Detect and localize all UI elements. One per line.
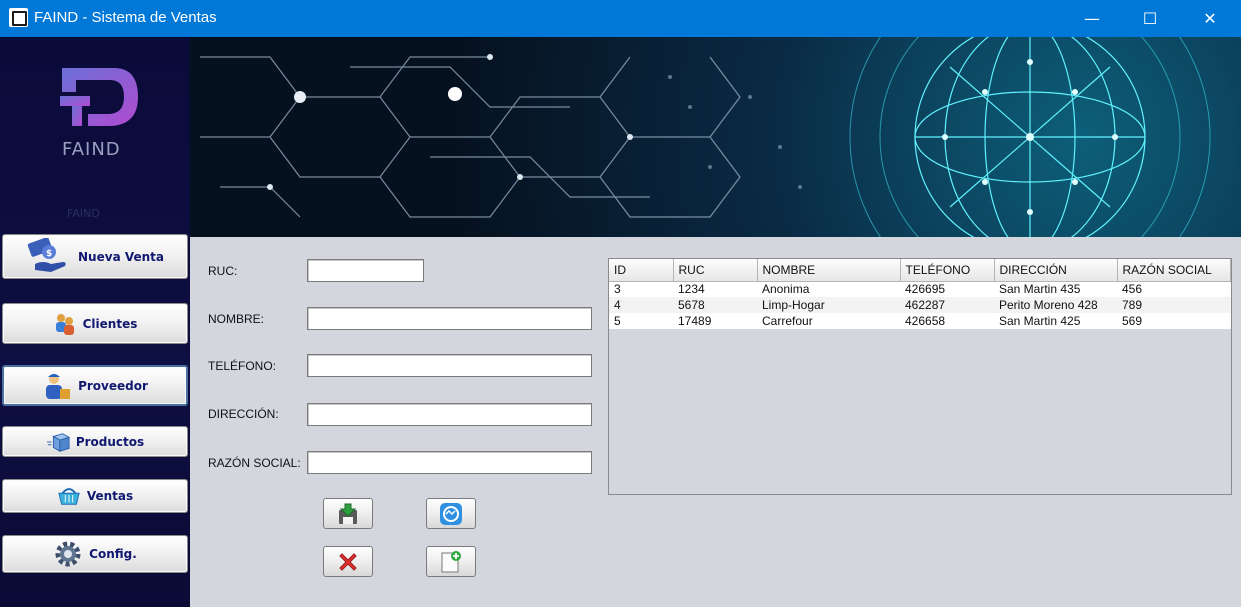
nav-label-proveedor: Proveedor bbox=[78, 378, 148, 393]
column-header-ruc[interactable]: RUC bbox=[673, 259, 758, 282]
sidebar: FAIND FAIND $ Nueva Venta Clientes Prove… bbox=[0, 37, 190, 607]
table-cell: Perito Moreno 428 bbox=[994, 297, 1117, 313]
money-hand-icon: $ bbox=[26, 237, 72, 277]
box-icon bbox=[46, 430, 70, 454]
save-download-icon bbox=[339, 503, 357, 524]
table-header-row: ID RUC NOMBRE TELÉFONO DIRECCIÓN RAZÓN S… bbox=[609, 259, 1231, 282]
nav-proveedor-button[interactable]: Proveedor bbox=[2, 365, 188, 406]
basket-icon bbox=[57, 484, 81, 508]
minimize-button[interactable]: — bbox=[1063, 0, 1121, 37]
column-header-razon-social[interactable]: RAZÓN SOCIAL bbox=[1117, 259, 1231, 282]
proveedores-table[interactable]: ID RUC NOMBRE TELÉFONO DIRECCIÓN RAZÓN S… bbox=[608, 258, 1232, 495]
nav-label-nueva-venta: Nueva Venta bbox=[78, 249, 164, 264]
table-cell: 17489 bbox=[673, 313, 757, 329]
table-cell: 4 bbox=[609, 297, 673, 313]
telefono-label: TELÉFONO: bbox=[208, 359, 277, 373]
update-button[interactable] bbox=[426, 498, 476, 529]
nav-label-clientes: Clientes bbox=[82, 316, 138, 331]
nav-nueva-venta-button[interactable]: $ Nueva Venta bbox=[2, 234, 188, 279]
table-cell: 426695 bbox=[900, 281, 994, 297]
table-cell: 5678 bbox=[673, 297, 757, 313]
header-banner-image bbox=[190, 37, 1241, 237]
logo-subtext: FAIND bbox=[67, 207, 100, 220]
direccion-label: DIRECCIÓN: bbox=[208, 407, 279, 421]
table-cell: San Martin 425 bbox=[994, 313, 1117, 329]
ruc-label: RUC: bbox=[208, 264, 238, 278]
delete-x-icon bbox=[339, 552, 357, 571]
new-button[interactable] bbox=[426, 546, 476, 577]
delete-button[interactable] bbox=[323, 546, 373, 577]
logo-text: FAIND bbox=[62, 139, 121, 160]
nav-ventas-button[interactable]: Ventas bbox=[2, 479, 188, 513]
razon-social-input[interactable] bbox=[307, 451, 592, 474]
table-cell: 456 bbox=[1117, 281, 1231, 297]
table-cell: 5 bbox=[609, 313, 673, 329]
ruc-input[interactable] bbox=[307, 259, 424, 282]
window-title: FAIND - Sistema de Ventas bbox=[34, 9, 217, 26]
table-cell: 789 bbox=[1117, 297, 1231, 313]
column-header-nombre[interactable]: NOMBRE bbox=[757, 259, 901, 282]
column-header-telefono[interactable]: TELÉFONO bbox=[900, 259, 995, 282]
table-cell: 462287 bbox=[900, 297, 994, 313]
table-cell: Anonima bbox=[757, 281, 900, 297]
faind-logo-icon bbox=[60, 68, 138, 126]
nav-label-config: Config. bbox=[89, 547, 137, 561]
table-cell: San Martin 435 bbox=[994, 281, 1117, 297]
table-cell: Carrefour bbox=[757, 313, 900, 329]
nav-label-ventas: Ventas bbox=[86, 489, 134, 503]
nombre-input[interactable] bbox=[307, 307, 592, 330]
table-row[interactable]: 4 5678 Limp-Hogar 462287 Perito Moreno 4… bbox=[609, 297, 1231, 313]
clients-icon bbox=[53, 312, 77, 336]
table-cell: Limp-Hogar bbox=[757, 297, 900, 313]
supplier-icon bbox=[42, 371, 72, 401]
save-button[interactable] bbox=[323, 498, 373, 529]
title-bar: FAIND - Sistema de Ventas — ☐ ✕ bbox=[0, 0, 1241, 37]
telefono-input[interactable] bbox=[307, 354, 592, 377]
nombre-label: NOMBRE: bbox=[208, 312, 265, 326]
app-icon bbox=[9, 8, 28, 27]
table-cell: 426658 bbox=[900, 313, 994, 329]
nav-config-button[interactable]: Config. bbox=[2, 535, 188, 573]
direccion-input[interactable] bbox=[307, 403, 592, 426]
table-row[interactable]: 5 17489 Carrefour 426658 San Martin 425 … bbox=[609, 313, 1231, 329]
update-icon bbox=[440, 502, 462, 525]
column-header-direccion[interactable]: DIRECCIÓN bbox=[994, 259, 1118, 282]
maximize-button[interactable]: ☐ bbox=[1121, 0, 1179, 37]
column-header-id[interactable]: ID bbox=[609, 259, 674, 282]
nav-clientes-button[interactable]: Clientes bbox=[2, 303, 188, 344]
table-row[interactable]: 3 1234 Anonima 426695 San Martin 435 456 bbox=[609, 281, 1231, 297]
new-document-icon bbox=[441, 550, 461, 572]
table-cell: 1234 bbox=[673, 281, 757, 297]
table-cell: 3 bbox=[609, 281, 673, 297]
table-cell: 569 bbox=[1117, 313, 1231, 329]
nav-productos-button[interactable]: Productos bbox=[2, 426, 188, 457]
svg-text:$: $ bbox=[46, 249, 52, 259]
gear-icon bbox=[53, 539, 83, 569]
razon-social-label: RAZÓN SOCIAL: bbox=[208, 456, 301, 470]
close-button[interactable]: ✕ bbox=[1181, 0, 1239, 37]
nav-label-productos: Productos bbox=[75, 434, 145, 449]
